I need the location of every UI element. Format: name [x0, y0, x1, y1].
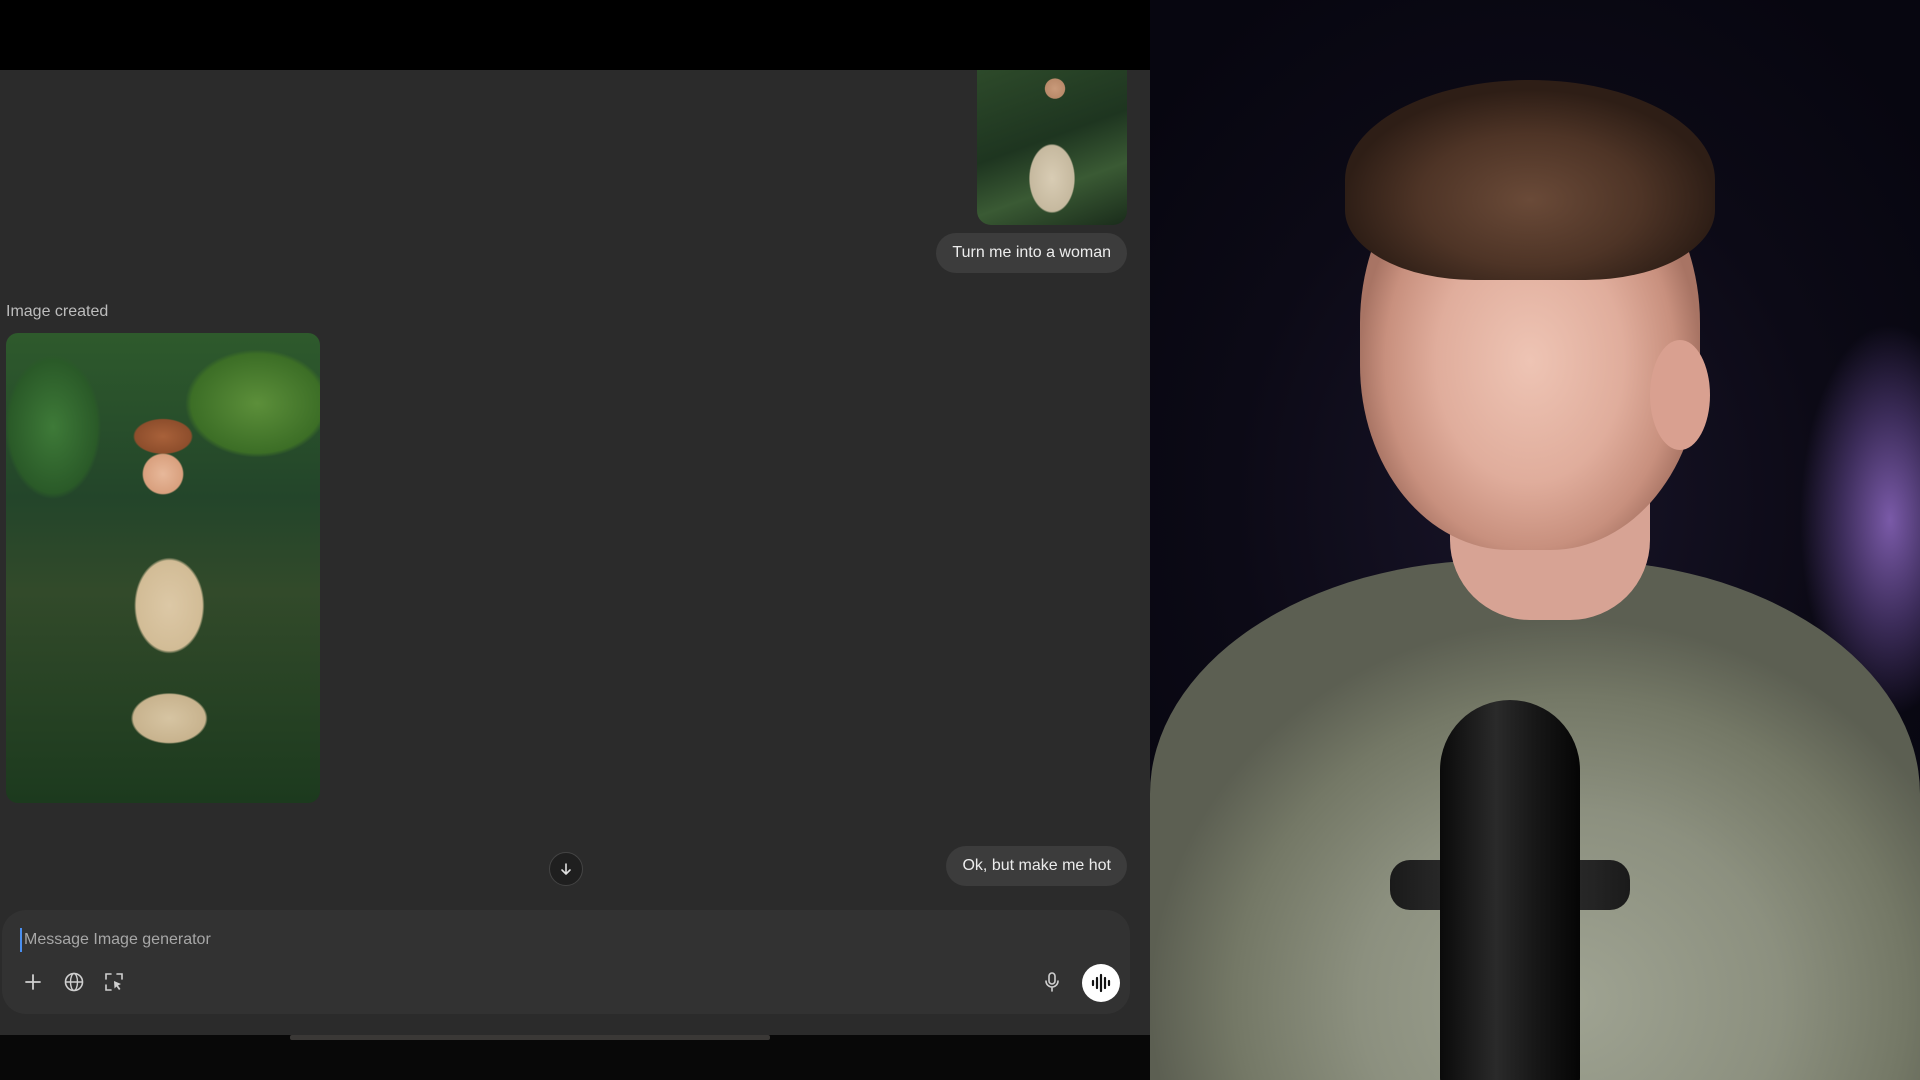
arrow-down-icon: [561, 863, 571, 875]
voice-mode-button[interactable]: [1082, 964, 1120, 1002]
voice-waveform-icon: [1091, 973, 1111, 993]
composer: [2, 910, 1130, 1014]
message-input[interactable]: [20, 928, 926, 952]
image-created-label: Image created: [6, 303, 109, 320]
presenter-hair: [1345, 80, 1715, 280]
select-area-icon: [105, 973, 123, 991]
user-uploaded-image[interactable]: [977, 70, 1127, 225]
dictate-button[interactable]: [1036, 966, 1068, 998]
chat-panel: Turn me into a woman Image created Ok, b…: [0, 0, 1150, 1080]
microphone-icon: [1045, 972, 1059, 992]
video-timeline-strip: [0, 1035, 1150, 1080]
chat-area: Turn me into a woman Image created Ok, b…: [0, 70, 1150, 1035]
timeline-thumbnail: [290, 1035, 770, 1040]
presenter-ear: [1650, 340, 1710, 450]
webcam-feed: [1150, 0, 1920, 1080]
user-message-bubble: Turn me into a woman: [936, 233, 1127, 273]
globe-icon: [64, 972, 84, 992]
generated-image[interactable]: [6, 333, 320, 803]
plus-icon: [25, 974, 41, 990]
select-area-button[interactable]: [98, 966, 130, 998]
add-attachment-button[interactable]: [17, 966, 49, 998]
web-search-button[interactable]: [58, 966, 90, 998]
user-message-bubble: Ok, but make me hot: [946, 846, 1127, 886]
scroll-down-button[interactable]: [549, 852, 583, 886]
podcast-microphone: [1440, 700, 1580, 1080]
